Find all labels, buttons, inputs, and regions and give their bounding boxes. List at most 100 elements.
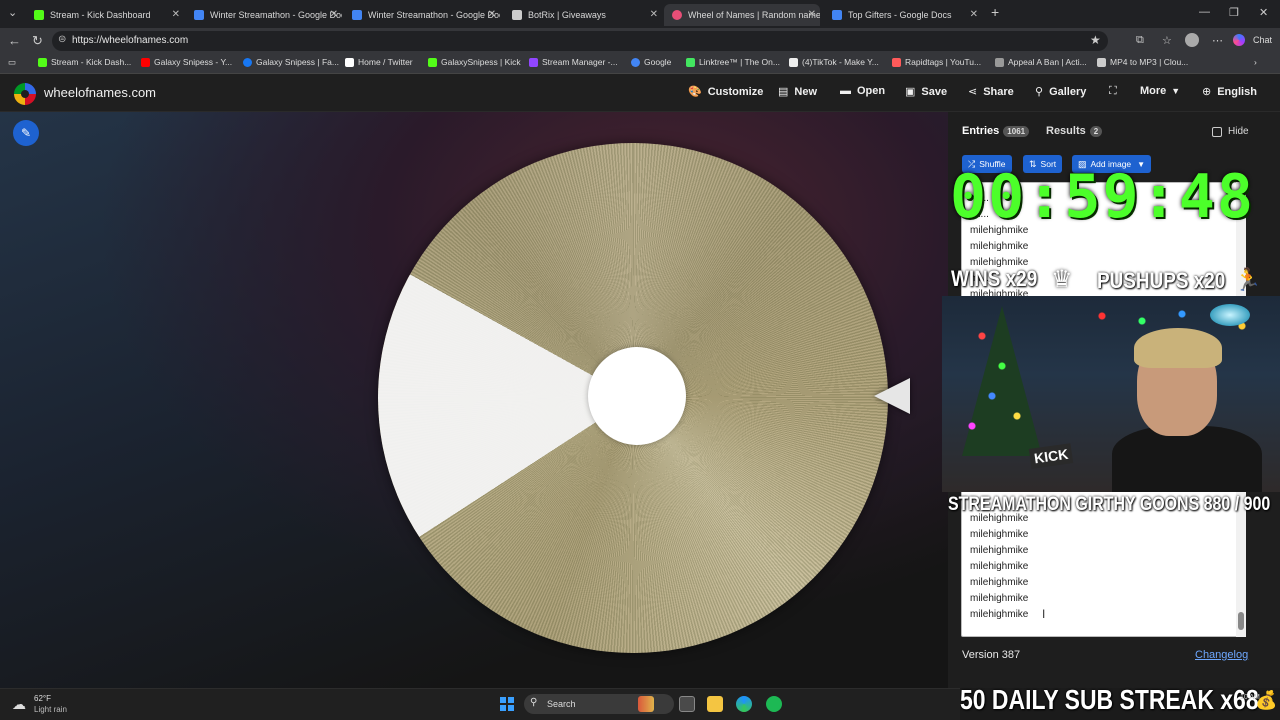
- back-icon[interactable]: ←: [8, 33, 21, 48]
- copilot-icon[interactable]: [1233, 34, 1245, 46]
- task-view-icon[interactable]: [679, 696, 695, 712]
- close-icon[interactable]: ✕: [970, 9, 978, 20]
- list-item: milehighmike: [970, 561, 1029, 572]
- close-icon[interactable]: ✕: [172, 9, 180, 20]
- chat-label[interactable]: Chat: [1253, 35, 1272, 45]
- fullscreen-icon: ⛶: [1109, 85, 1117, 97]
- language-button[interactable]: ⊕ English: [1202, 85, 1257, 99]
- bookmarks-bar: ▭ Stream - Kick Dash... Galaxy Snipess -…: [0, 54, 1280, 74]
- bookmark-appeal-ban[interactable]: Appeal A Ban | Acti...: [995, 57, 1087, 67]
- share-button[interactable]: ⋖ Share: [968, 85, 1014, 99]
- ceiling-lamp: [1210, 304, 1250, 326]
- url-field[interactable]: ⊜ https://wheelofnames.com ★: [52, 31, 1108, 51]
- stream-timer: 00:59:48: [950, 162, 1255, 232]
- minimize-icon[interactable]: —: [1199, 6, 1210, 18]
- search-icon: ⚲: [1035, 86, 1044, 98]
- open-button[interactable]: ▬ Open: [840, 85, 885, 97]
- bookmark-kick[interactable]: GalaxySnipess | Kick: [428, 57, 521, 67]
- weather-temperature[interactable]: 62°F: [34, 694, 51, 703]
- list-item: milehighmike: [970, 609, 1029, 620]
- chevron-right-icon[interactable]: ›: [1254, 57, 1257, 67]
- close-icon[interactable]: ✕: [650, 9, 658, 20]
- wheel-pointer: [874, 378, 910, 414]
- favorites-icon[interactable]: ☆: [1162, 34, 1172, 47]
- tab-winter-streamathon-2[interactable]: Winter Streamathon - Google Doc ✕: [344, 4, 500, 26]
- new-file-icon: ▤: [778, 86, 789, 98]
- profile-avatar[interactable]: [1185, 33, 1199, 47]
- bookmark-tiktok[interactable]: (4)TikTok - Make Y...: [789, 57, 879, 67]
- caret-down-icon: ▼: [1171, 86, 1181, 96]
- tab-wheel-of-names[interactable]: Wheel of Names | Random name ✕: [664, 4, 820, 26]
- fullscreen-button[interactable]: ⛶: [1109, 85, 1123, 98]
- docs-icon: [194, 10, 204, 20]
- weather-description[interactable]: Light rain: [34, 705, 67, 714]
- streamathon-goal: STREAMATHON GIRTHY GOONS 880 / 900: [948, 494, 1271, 515]
- system-clock: 10 AM: [1240, 694, 1260, 701]
- bookmark-twitter[interactable]: Home / Twitter: [345, 57, 413, 67]
- entries-scroll-thumb[interactable]: [1238, 612, 1244, 630]
- tab-botrix-giveaways[interactable]: BotRix | Giveaways ✕: [504, 4, 662, 26]
- wheel-center-hub[interactable]: [588, 347, 686, 445]
- address-bar-row: ← ↻ ⊜ https://wheelofnames.com ★ ⧉ ☆ ⋯ C…: [0, 28, 1280, 54]
- wins-counter: WINS x29: [951, 266, 1038, 291]
- edit-pencil-button[interactable]: ✎: [13, 120, 39, 146]
- share-icon: ⋖: [968, 86, 978, 98]
- bookmark-rapidtags[interactable]: Rapidtags | YouTu...: [892, 57, 981, 67]
- list-item: milehighmike: [970, 577, 1029, 588]
- streamer-hair: [1134, 328, 1222, 368]
- menu-dots-icon[interactable]: ⋯: [1212, 34, 1223, 47]
- customize-button[interactable]: 🎨 Customize: [688, 85, 763, 99]
- restore-icon[interactable]: ❐: [1229, 6, 1239, 19]
- url-text[interactable]: https://wheelofnames.com: [72, 35, 188, 46]
- save-button[interactable]: ▣ Save: [905, 85, 947, 99]
- list-item: milehighmike: [970, 593, 1029, 604]
- webcam-overlay: KICK: [942, 296, 1280, 492]
- tab-results[interactable]: Results 2: [1046, 125, 1103, 137]
- bookmark-kick-dashboard[interactable]: Stream - Kick Dash...: [38, 57, 131, 67]
- bookmark-galaxy-facebook[interactable]: Galaxy Snipess | Fa...: [243, 57, 339, 67]
- bookmark-google[interactable]: Google: [631, 57, 671, 67]
- hide-label: Hide: [1228, 126, 1249, 137]
- docs-icon: [832, 10, 842, 20]
- new-button[interactable]: ▤ New: [778, 85, 817, 99]
- close-icon[interactable]: ✕: [330, 9, 338, 20]
- version-label: Version 387: [962, 649, 1021, 661]
- file-explorer-icon[interactable]: [707, 696, 723, 712]
- tab-list-icon[interactable]: ⌄: [8, 6, 17, 19]
- cloud-rain-icon[interactable]: ☁: [12, 696, 26, 713]
- tab-winter-streamathon-1[interactable]: Winter Streamathon - Google Doc ✕: [186, 4, 342, 26]
- list-item: milehighmike: [970, 529, 1029, 540]
- wheelofnames-logo-icon[interactable]: [14, 83, 36, 105]
- sidebar-toggle-icon[interactable]: ▭: [8, 57, 16, 68]
- new-tab-icon[interactable]: +: [991, 4, 999, 20]
- tab-top-gifters[interactable]: Top Gifters - Google Docs ✕: [824, 4, 982, 26]
- site-name[interactable]: wheelofnames.com: [44, 85, 156, 100]
- close-icon[interactable]: ✕: [488, 9, 496, 20]
- bookmark-galaxy-youtube[interactable]: Galaxy Snipess - Y...: [141, 57, 232, 67]
- sub-streak-counter: 50 DAILY SUB STREAK x68: [960, 684, 1259, 715]
- windows-start-icon[interactable]: [500, 697, 514, 711]
- extensions-icon[interactable]: ⧉: [1136, 34, 1144, 47]
- changelog-link[interactable]: Changelog: [1195, 649, 1248, 661]
- bookmark-mp4-mp3[interactable]: MP4 to MP3 | Clou...: [1097, 57, 1188, 67]
- spotify-icon[interactable]: [766, 696, 782, 712]
- windows-taskbar: [0, 688, 960, 720]
- browser-tab-bar: ⌄ Stream - Kick Dashboard ✕ Winter Strea…: [0, 0, 1280, 28]
- bookmark-star-icon[interactable]: ★: [1090, 33, 1101, 47]
- close-icon[interactable]: ✕: [808, 9, 816, 20]
- site-info-icon[interactable]: ⊜: [58, 34, 66, 45]
- window-close-icon[interactable]: ✕: [1259, 6, 1268, 19]
- hide-checkbox[interactable]: [1212, 127, 1222, 137]
- edge-browser-icon[interactable]: [736, 696, 752, 712]
- widgets-icon[interactable]: [638, 696, 654, 712]
- tab-kick-dashboard[interactable]: Stream - Kick Dashboard ✕: [26, 4, 184, 26]
- taskbar-search-label: Search: [547, 699, 576, 709]
- bookmark-stream-manager[interactable]: Stream Manager -...: [529, 57, 618, 67]
- reload-icon[interactable]: ↻: [32, 33, 43, 49]
- tab-entries[interactable]: Entries 1061: [962, 125, 1030, 137]
- gallery-button[interactable]: ⚲ Gallery: [1035, 85, 1086, 99]
- more-button[interactable]: More ▼: [1140, 85, 1180, 97]
- kick-icon: [34, 10, 44, 20]
- pushups-counter: PUSHUPS x20: [1097, 268, 1226, 293]
- bookmark-linktree[interactable]: Linktree™ | The On...: [686, 57, 780, 67]
